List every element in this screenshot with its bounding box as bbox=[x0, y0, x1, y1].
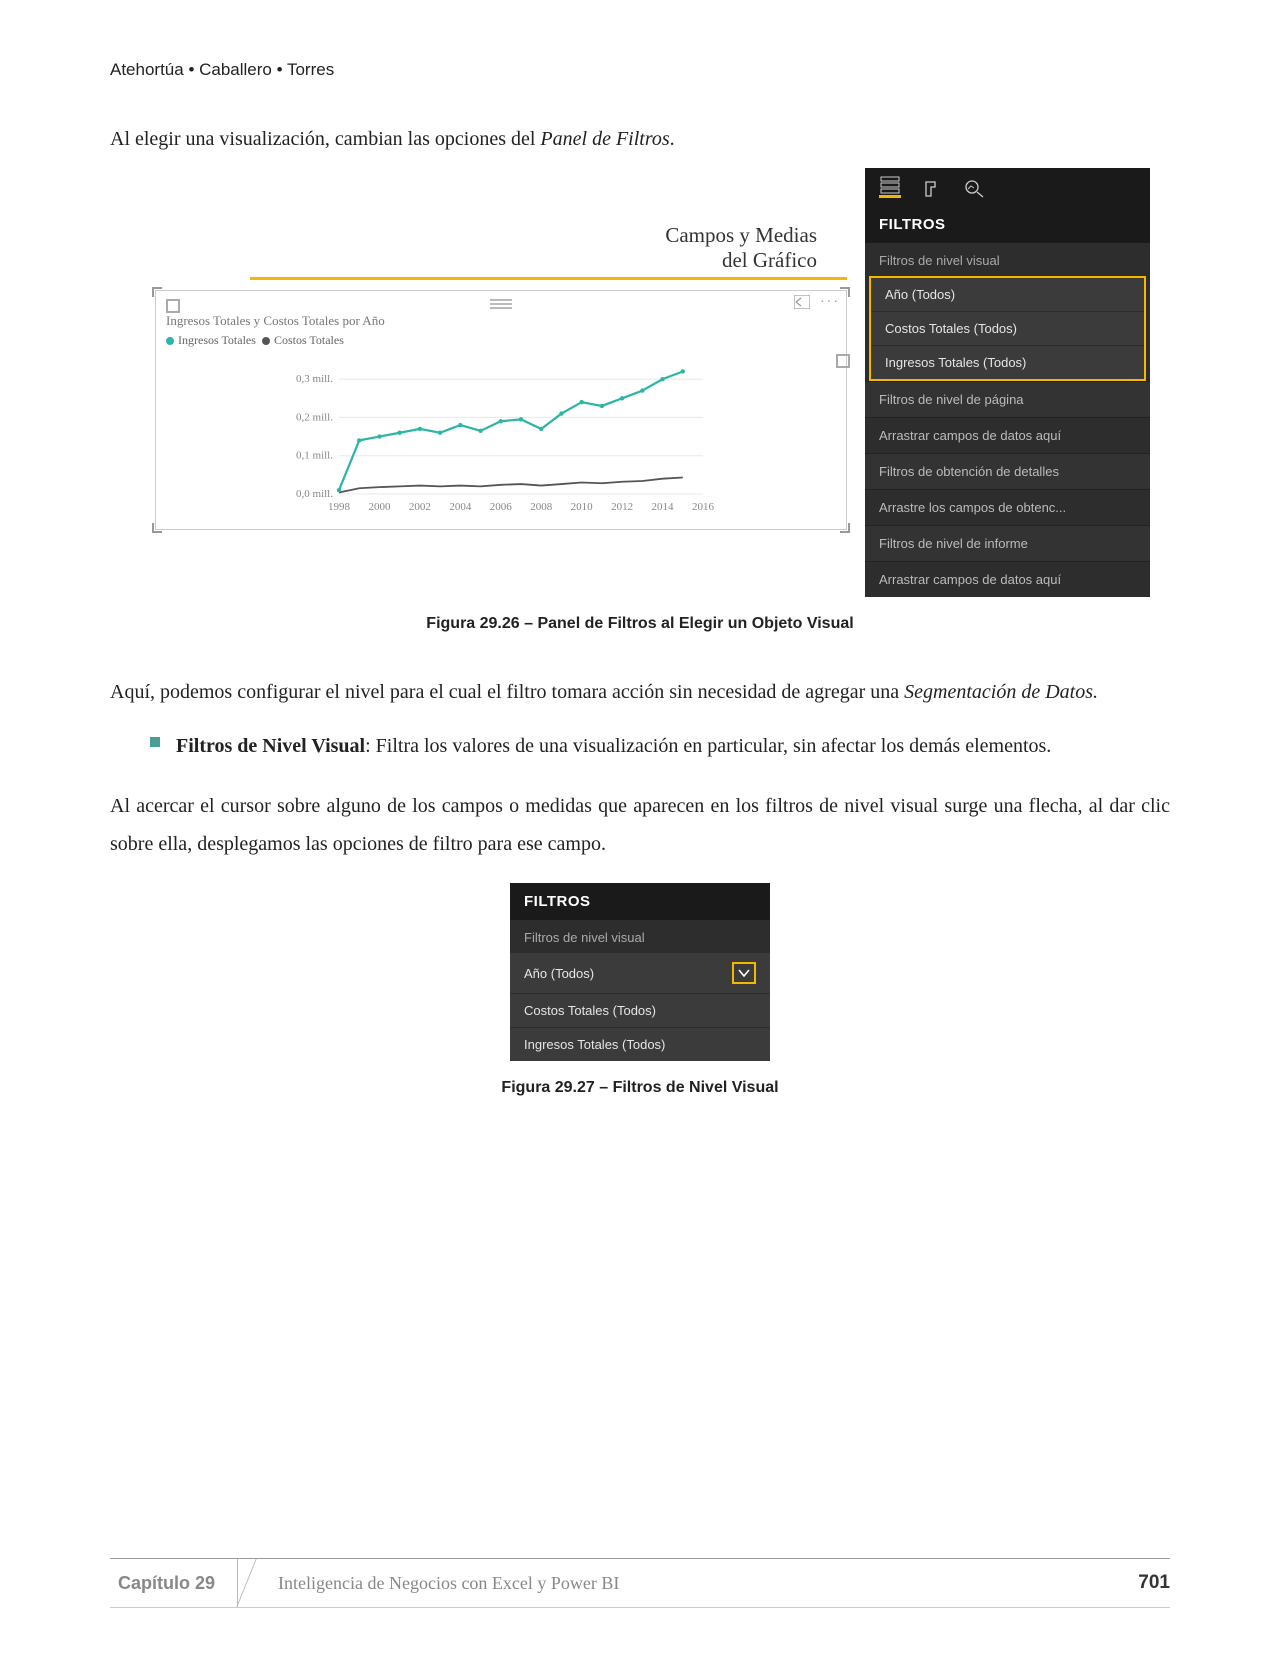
footer-chapter: Capítulo 29 bbox=[110, 1559, 238, 1607]
visual-level-filter-group: Año (Todos) Costos Totales (Todos) Ingre… bbox=[869, 276, 1146, 381]
bullet-text: Filtros de Nivel Visual: Filtra los valo… bbox=[176, 727, 1170, 765]
intro-paragraph: Al elegir una visualización, cambian las… bbox=[110, 120, 1170, 158]
filter-item-ingresos-2[interactable]: Ingresos Totales (Todos) bbox=[510, 1028, 770, 1061]
svg-text:2000: 2000 bbox=[368, 501, 391, 513]
chart-legend: Ingresos Totales Costos Totales bbox=[166, 333, 836, 348]
para2-text: Aquí, podemos configurar el nivel para e… bbox=[110, 681, 904, 703]
filter-item-costos-2[interactable]: Costos Totales (Todos) bbox=[510, 994, 770, 1028]
legend-dot-costos bbox=[262, 337, 270, 345]
paragraph-3: Al acercar el cursor sobre alguno de los… bbox=[110, 787, 1170, 863]
figure-29-26: Campos y Medias del Gráfico ··· Ingresos… bbox=[130, 168, 1150, 597]
drillthrough-label: Filtros de obtención de detalles bbox=[865, 453, 1150, 489]
figure-29-27: FILTROS Filtros de nivel visual Año (Tod… bbox=[110, 883, 1170, 1061]
footer-page-number: 701 bbox=[1138, 1572, 1170, 1594]
filters-heading: FILTROS bbox=[865, 206, 1150, 243]
filter-item-ano-2[interactable]: Año (Todos) bbox=[510, 953, 770, 994]
figure-caption-1: Figura 29.26 – Panel de Filtros al Elegi… bbox=[110, 615, 1170, 633]
svg-text:0,2 mill.: 0,2 mill. bbox=[296, 411, 333, 423]
panel-tabs bbox=[865, 168, 1150, 206]
svg-text:2014: 2014 bbox=[652, 501, 675, 513]
chevron-down-icon bbox=[738, 968, 750, 978]
intro-text1: Al elegir una visualización, cambian las… bbox=[110, 128, 540, 150]
footer-title: Inteligencia de Negocios con Excel y Pow… bbox=[238, 1573, 1138, 1594]
chart-visual[interactable]: ··· Ingresos Totales y Costos Totales po… bbox=[155, 290, 847, 530]
drag-handle-icon[interactable] bbox=[490, 299, 512, 309]
svg-text:2006: 2006 bbox=[490, 501, 513, 513]
legend-costos: Costos Totales bbox=[274, 333, 344, 347]
svg-text:0,3 mill.: 0,3 mill. bbox=[296, 373, 333, 385]
expand-filter-button[interactable] bbox=[732, 962, 756, 984]
svg-text:2002: 2002 bbox=[409, 501, 431, 513]
svg-text:0,0 mill.: 0,0 mill. bbox=[296, 488, 333, 500]
drillthrough-dropzone[interactable]: Arrastre los campos de obtenc... bbox=[865, 489, 1150, 525]
svg-text:2008: 2008 bbox=[530, 501, 553, 513]
visual-level-label: Filtros de nivel visual bbox=[865, 243, 1150, 276]
figure-caption-2: Figura 29.27 – Filtros de Nivel Visual bbox=[110, 1079, 1170, 1097]
page-level-label: Filtros de nivel de página bbox=[865, 381, 1150, 417]
annotation-line2: del Gráfico bbox=[722, 248, 817, 272]
chart-toolbar: ··· bbox=[794, 295, 840, 311]
filter-item-ano-2-label: Año (Todos) bbox=[524, 966, 594, 981]
annotation-line1: Campos y Medias bbox=[665, 223, 817, 247]
chart-block: Campos y Medias del Gráfico ··· Ingresos… bbox=[130, 168, 847, 530]
legend-dot-ingresos bbox=[166, 337, 174, 345]
bullet-item: Filtros de Nivel Visual: Filtra los valo… bbox=[110, 727, 1170, 765]
paragraph-2: Aquí, podemos configurar el nivel para e… bbox=[110, 673, 1170, 711]
para2-italic: Segmentación de Datos. bbox=[904, 681, 1098, 703]
svg-text:2010: 2010 bbox=[571, 501, 594, 513]
filter-item-ingresos[interactable]: Ingresos Totales (Todos) bbox=[871, 346, 1144, 379]
svg-text:2016: 2016 bbox=[692, 501, 715, 513]
header-authors: Atehortúa • Caballero • Torres bbox=[110, 60, 1170, 80]
filter-item-costos[interactable]: Costos Totales (Todos) bbox=[871, 312, 1144, 346]
intro-text2: . bbox=[670, 128, 675, 150]
visual-level-label-2: Filtros de nivel visual bbox=[510, 920, 770, 953]
fields-tab-icon[interactable] bbox=[879, 178, 901, 198]
page-level-dropzone[interactable]: Arrastrar campos de datos aquí bbox=[865, 417, 1150, 453]
bullet-rest: : Filtra los valores de una visualizació… bbox=[365, 735, 1051, 757]
page-footer: Capítulo 29 Inteligencia de Negocios con… bbox=[110, 1558, 1170, 1608]
format-tab-icon[interactable] bbox=[921, 178, 943, 198]
svg-text:2012: 2012 bbox=[611, 501, 633, 513]
bullet-square-icon bbox=[150, 737, 160, 747]
svg-text:0,1 mill.: 0,1 mill. bbox=[296, 450, 333, 462]
svg-text:2004: 2004 bbox=[449, 501, 472, 513]
annotation-label: Campos y Medias del Gráfico bbox=[130, 223, 847, 273]
filter-item-ano[interactable]: Año (Todos) bbox=[871, 278, 1144, 312]
filters-panel: FILTROS Filtros de nivel visual Año (Tod… bbox=[865, 168, 1150, 597]
legend-ingresos: Ingresos Totales bbox=[178, 333, 256, 347]
filters-heading-2: FILTROS bbox=[510, 883, 770, 920]
analytics-tab-icon[interactable] bbox=[963, 178, 985, 198]
chart-svg: 0,0 mill. 0,1 mill. 0,2 mill. 0,3 mill. 199… bbox=[166, 354, 836, 514]
focus-mode-icon[interactable] bbox=[794, 295, 810, 309]
annotation-underline bbox=[250, 277, 847, 280]
intro-italic: Panel de Filtros bbox=[540, 128, 669, 150]
svg-text:1998: 1998 bbox=[328, 501, 351, 513]
report-level-dropzone[interactable]: Arrastrar campos de datos aquí bbox=[865, 561, 1150, 597]
report-level-label: Filtros de nivel de informe bbox=[865, 525, 1150, 561]
chart-title: Ingresos Totales y Costos Totales por Añ… bbox=[166, 313, 836, 329]
bullet-bold: Filtros de Nivel Visual bbox=[176, 735, 365, 757]
more-options-icon[interactable]: ··· bbox=[820, 295, 840, 311]
filters-panel-small: FILTROS Filtros de nivel visual Año (Tod… bbox=[510, 883, 770, 1061]
